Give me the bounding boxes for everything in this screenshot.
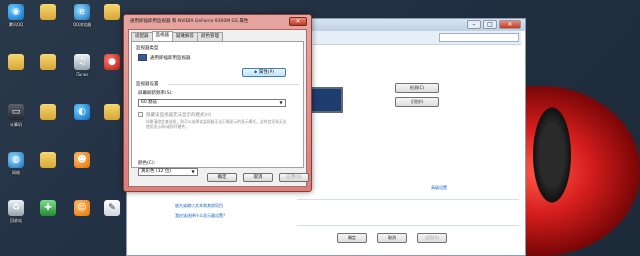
display-settings-help-link[interactable]: 我应该选择什么显示器设置?: [175, 213, 225, 219]
separator: [297, 199, 519, 200]
qq-icon: ◉: [8, 4, 24, 20]
desktop-icon-itunes[interactable]: ♫ iTunes: [66, 52, 98, 86]
recycle-bin-icon: ♻: [8, 200, 24, 216]
app-icon: ☻: [74, 152, 90, 168]
close-icon: ✕: [295, 18, 301, 25]
app-icon: ✚: [40, 200, 56, 216]
folder-icon: [40, 4, 56, 20]
folder-icon: [40, 152, 56, 168]
folder-icon: [104, 104, 120, 120]
hide-modes-description: 如果清除此复选框，则可以选择该监视器无法正确显示的显示模式。这样会导致无法使用显…: [146, 119, 287, 129]
detect-button[interactable]: 检测(C): [395, 83, 439, 93]
monitor-preview[interactable]: [307, 87, 343, 113]
group-divider: [168, 84, 299, 85]
refresh-rate-label: 屏幕刷新频率(S):: [138, 91, 173, 96]
monitor-settings-label: 监视器设置: [136, 82, 159, 87]
separator: [297, 225, 519, 226]
tab-monitor[interactable]: 监视器: [151, 31, 173, 41]
hide-modes-checkbox[interactable]: [138, 112, 143, 117]
network-icon: ◍: [8, 152, 24, 168]
app-icon: ☺: [74, 200, 90, 216]
window-cancel-button[interactable]: 取消: [377, 233, 407, 243]
identify-button[interactable]: 识别(I): [395, 97, 439, 107]
tab-troubleshoot[interactable]: 疑难解答: [172, 32, 198, 41]
monitor-properties-dialog: 通用即插即用监视器 和 NVIDIA GeForce 9300M GS 属性 ✕…: [123, 14, 312, 192]
folder-icon: [40, 104, 56, 120]
window-close-button[interactable]: ✕: [499, 20, 521, 29]
colors-label: 颜色(C):: [138, 161, 156, 166]
folder-icon: [40, 54, 56, 70]
desktop-icon-app-2[interactable]: ◐: [66, 102, 98, 136]
app-icon: ✎: [104, 200, 120, 216]
monitor-name: 通用即插即用监视器: [150, 56, 191, 61]
search-input[interactable]: [439, 33, 519, 42]
dialog-title: 通用即插即用监视器 和 NVIDIA GeForce 9300M GS 属性: [130, 19, 249, 24]
desktop-icon-app-3[interactable]: ☻: [66, 150, 98, 184]
monitor-type-label: 监视器类型: [136, 46, 159, 51]
cancel-button[interactable]: 取消: [243, 173, 273, 182]
desktop-icon-computer[interactable]: ▭ 计算机: [0, 102, 32, 136]
itunes-icon: ♫: [74, 54, 90, 70]
shield-icon: ◆: [253, 70, 258, 75]
chevron-down-icon: ▼: [191, 169, 195, 174]
desktop-icon-app-6[interactable]: ✎: [96, 198, 128, 232]
apply-button[interactable]: 应用(A): [279, 173, 309, 182]
folder-icon: [104, 4, 120, 20]
desktop-icon-qq-browser[interactable]: e QQ浏览器: [66, 2, 98, 36]
app-icon: ●: [104, 54, 120, 70]
hide-modes-label: 隐藏该监视器无法显示的模式(H): [146, 113, 212, 118]
desktop-icon-folder-4[interactable]: [32, 102, 64, 136]
wallpaper-car-wheel: [530, 100, 574, 210]
monitor-icon: [138, 54, 147, 61]
desktop-icon-qq[interactable]: ◉ 腾讯QQ: [0, 2, 32, 36]
dialog-body: 适配器 监视器 疑难解答 颜色管理 监视器类型 通用即插即用监视器 ◆ 属性(P…: [128, 29, 309, 187]
tab-adapter[interactable]: 适配器: [131, 32, 153, 41]
ok-button[interactable]: 确定: [207, 173, 237, 182]
chevron-down-icon: ▼: [279, 100, 283, 105]
tab-strip: 适配器 监视器 疑难解答 颜色管理: [131, 31, 223, 41]
colors-select[interactable]: 真彩色 (32 位) ▼: [138, 168, 198, 176]
desktop-icon-folder-3[interactable]: [32, 52, 64, 86]
refresh-rate-select[interactable]: 60 赫兹 ▼: [138, 99, 286, 107]
desktop-icon-network[interactable]: ◍ 网络: [0, 150, 32, 184]
window-ok-button[interactable]: 确定: [337, 233, 367, 243]
desktop-icon-app-4[interactable]: ☺: [66, 198, 98, 232]
app-icon: ◐: [74, 104, 90, 120]
tab-color-management[interactable]: 颜色管理: [197, 32, 223, 41]
desktop-icon-folder-2[interactable]: [32, 2, 64, 36]
monitor-tab-panel: 监视器类型 通用即插即用监视器 ◆ 属性(P) 监视器设置 屏幕刷新频率(S):…: [131, 41, 304, 176]
desktop-icon-app-1[interactable]: ✚: [32, 198, 64, 232]
advanced-settings-link[interactable]: 高级设置: [431, 185, 447, 191]
text-size-link[interactable]: 放大或缩小文本和其他项目: [175, 203, 223, 209]
minimize-button[interactable]: –: [467, 20, 481, 29]
folder-icon: [8, 54, 24, 70]
dialog-close-button[interactable]: ✕: [289, 17, 307, 26]
desktop-icon-folder-5[interactable]: [32, 150, 64, 184]
address-bar: [313, 31, 521, 45]
window-apply-button[interactable]: 应用(A): [417, 233, 447, 243]
browser-icon: e: [74, 4, 90, 20]
desktop-icon-folder-1[interactable]: [0, 52, 32, 86]
properties-button[interactable]: ◆ 属性(P): [242, 68, 286, 77]
maximize-button[interactable]: □: [483, 20, 497, 29]
computer-icon: ▭: [8, 104, 24, 120]
desktop-icon-recycle-bin[interactable]: ♻ 回收站: [0, 198, 32, 232]
